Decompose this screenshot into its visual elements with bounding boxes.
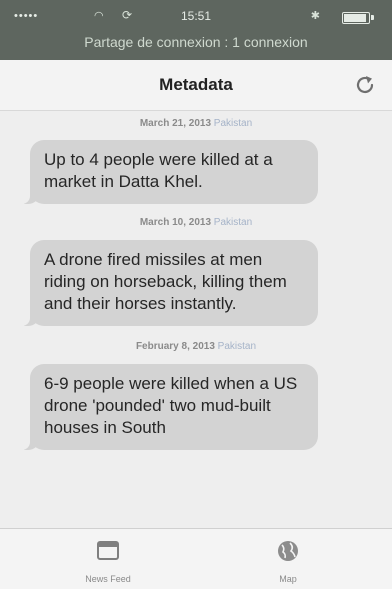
battery-icon <box>342 12 370 24</box>
feed-item: March 21, 2013 Pakistan Up to 4 people w… <box>0 111 392 204</box>
feed-item-country: Pakistan <box>217 341 257 352</box>
feed-item-country: Pakistan <box>213 118 253 129</box>
feed-item-date: February 8, 2013 <box>135 341 215 352</box>
feed-item-date: March 21, 2013 <box>139 118 212 129</box>
feed-item-country: Pakistan <box>213 217 253 228</box>
message-bubble[interactable]: 6-9 people were killed when a US drone '… <box>19 364 318 450</box>
hotspot-banner[interactable]: Partage de connexion : 1 connexion <box>0 34 392 50</box>
message-bubble[interactable]: A drone fired missiles at men riding on … <box>19 240 318 326</box>
page-title: Metadata <box>159 75 233 94</box>
globe-icon <box>278 541 298 561</box>
feed-item-header: February 8, 2013 Pakistan <box>0 339 392 355</box>
tab-label: News Feed <box>85 574 131 584</box>
feed-item: February 8, 2013 Pakistan 6-9 people wer… <box>0 326 392 450</box>
clock: 15:51 <box>180 9 212 23</box>
battery-tip <box>371 15 374 20</box>
tab-bar: News Feed Map <box>0 528 392 589</box>
news-feed-list[interactable]: March 21, 2013 Pakistan Up to 4 people w… <box>0 111 392 528</box>
refresh-icon[interactable] <box>352 72 378 98</box>
feed-item-date: March 10, 2013 <box>139 217 212 228</box>
tab-news-feed[interactable]: News Feed <box>53 529 163 589</box>
tab-map[interactable]: Map <box>233 529 343 589</box>
feed-item-header: March 10, 2013 Pakistan <box>0 215 392 231</box>
news-feed-icon <box>97 541 119 560</box>
feed-item: March 10, 2013 Pakistan A drone fired mi… <box>0 204 392 326</box>
feed-item-header: March 21, 2013 Pakistan <box>0 116 392 132</box>
status-row: ••••• ◠ ⟳ 15:51 ✱ <box>0 8 392 29</box>
tab-label: Map <box>279 574 297 584</box>
status-bar: ••••• ◠ ⟳ 15:51 ✱ Partage de connexion :… <box>0 0 392 60</box>
navigation-bar: Metadata <box>0 60 392 111</box>
bluetooth-icon: ✱ <box>310 10 320 22</box>
message-bubble[interactable]: Up to 4 people were killed at a market i… <box>19 140 318 204</box>
